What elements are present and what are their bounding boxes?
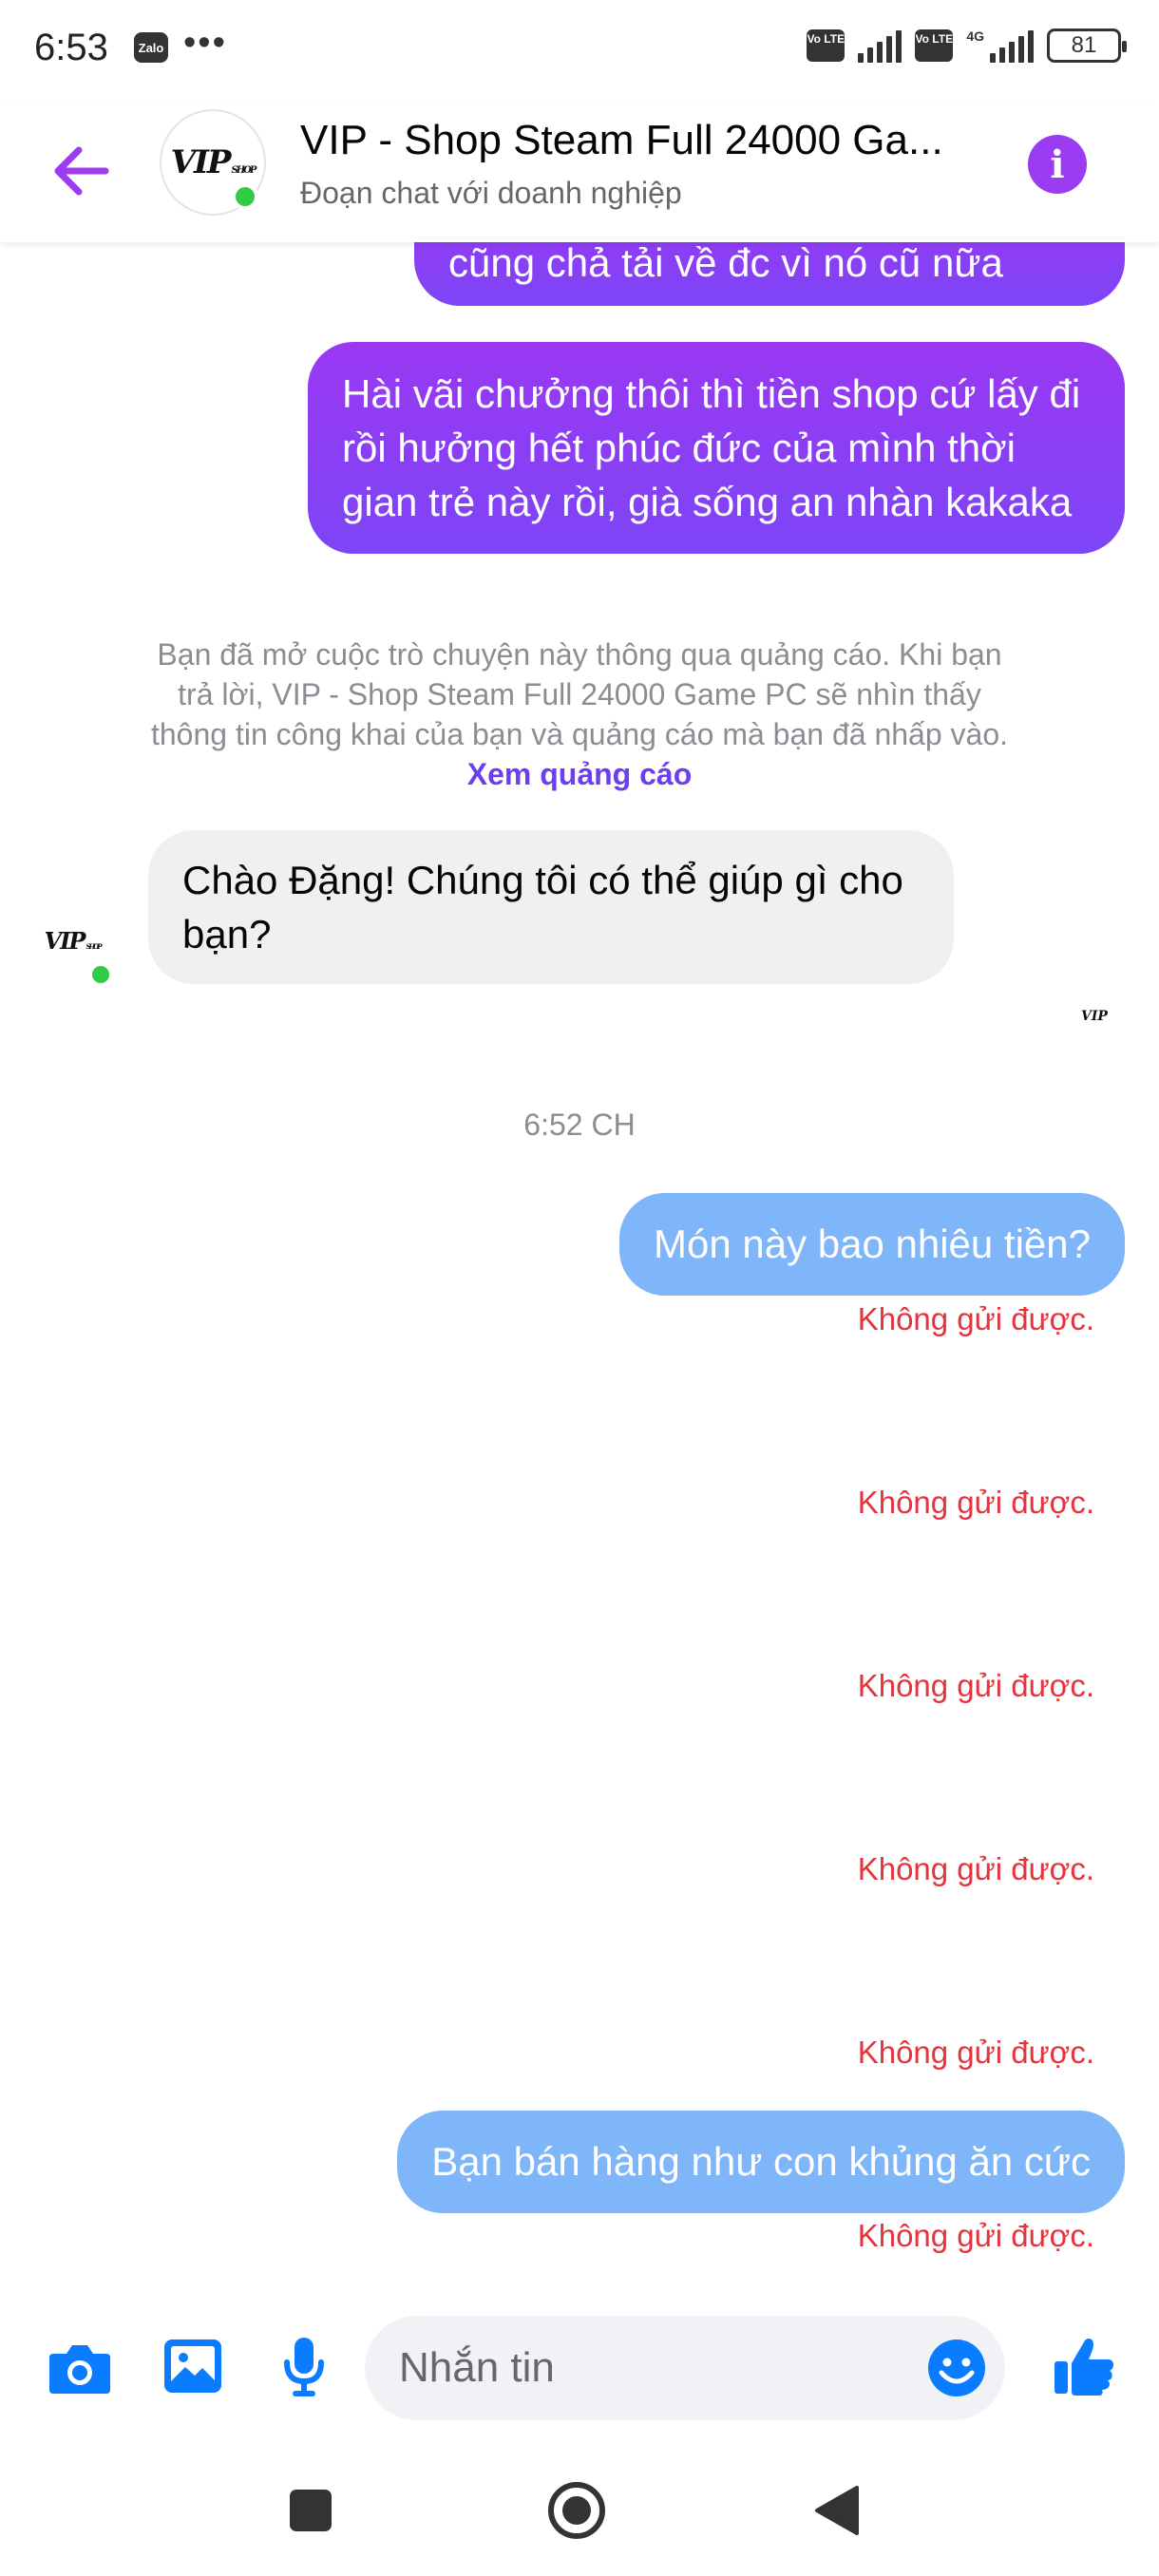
message-composer — [0, 2299, 1159, 2441]
gallery-button[interactable] — [160, 2333, 226, 2399]
emoji-button[interactable] — [927, 2339, 986, 2397]
failed-status[interactable]: Không gửi được. — [858, 1851, 1094, 1887]
failed-status[interactable]: Không gửi được. — [858, 1301, 1094, 1337]
info-button[interactable]: i — [1028, 135, 1087, 194]
ad-notice: Bạn đã mở cuộc trò chuyện này thông qua … — [150, 637, 1008, 791]
system-navigation-bar — [0, 2441, 1159, 2576]
more-notifications-icon: ••• — [183, 23, 227, 63]
chat-header: VIP SHOP VIP - Shop Steam Full 24000 Ga..… — [0, 100, 1159, 242]
smiley-icon — [928, 2339, 985, 2396]
chat-title[interactable]: VIP - Shop Steam Full 24000 Ga... — [300, 117, 994, 164]
failed-status[interactable]: Không gửi được. — [858, 2218, 1094, 2254]
chat-subtitle: Đoạn chat với doanh nghiệp — [300, 176, 682, 210]
message-input-container — [365, 2316, 1005, 2420]
back-nav-button[interactable] — [804, 2477, 870, 2544]
camera-icon — [49, 2345, 110, 2394]
thumbs-up-icon — [1054, 2339, 1113, 2396]
image-icon — [164, 2339, 221, 2393]
seen-indicator-avatar: VIP — [1081, 1009, 1108, 1024]
status-indicators: Vo LTE Vo LTE 4G 81 — [807, 28, 1127, 63]
network-type: 4G — [966, 28, 984, 44]
failed-status[interactable]: Không gửi được. — [858, 2035, 1094, 2071]
voice-button[interactable] — [276, 2331, 332, 2403]
message-input[interactable] — [399, 2333, 893, 2403]
volte-icon: Vo LTE — [915, 29, 954, 62]
volte-icon: Vo LTE — [807, 29, 846, 62]
see-ad-link[interactable]: Xem quảng cáo — [467, 757, 693, 791]
message-timestamp: 6:52 CH — [523, 1108, 636, 1142]
page-logo: VIP SHOP — [170, 143, 257, 181]
square-icon — [290, 2490, 332, 2531]
online-status-dot — [232, 183, 258, 210]
info-icon: i — [1050, 142, 1065, 187]
sender-avatar[interactable]: VIP SHOP — [34, 917, 110, 964]
failed-status[interactable]: Không gửi được. — [858, 1485, 1094, 1521]
arrow-left-icon — [54, 146, 109, 196]
message-outgoing-failed[interactable]: Bạn bán hàng như con khủng ăn cức — [397, 2111, 1125, 2213]
back-button[interactable] — [48, 138, 114, 204]
message-outgoing-failed[interactable]: Món này bao nhiêu tiền? — [618, 1193, 1125, 1296]
status-time: 6:53 — [34, 27, 108, 68]
recents-button[interactable] — [277, 2477, 344, 2544]
battery-icon: 81 — [1047, 28, 1127, 63]
status-bar: 6:53 Zalo ••• Vo LTE Vo LTE 4G 81 — [0, 0, 1159, 100]
signal-icon — [858, 28, 902, 63]
page-logo: VIP SHOP — [44, 926, 103, 955]
home-button[interactable] — [543, 2477, 610, 2544]
zalo-notification-icon: Zalo — [134, 32, 168, 63]
failed-status[interactable]: Không gửi được. — [858, 1668, 1094, 1704]
message-incoming[interactable]: Chào Đặng! Chúng tôi có thể giúp gì cho … — [148, 830, 954, 984]
home-circle-icon — [548, 2482, 605, 2539]
online-status-dot — [89, 963, 112, 986]
microphone-icon — [284, 2338, 324, 2396]
camera-button[interactable] — [44, 2335, 116, 2401]
like-button[interactable] — [1049, 2331, 1119, 2401]
triangle-back-icon — [815, 2486, 859, 2535]
signal-icon — [990, 28, 1034, 63]
message-outgoing[interactable]: Hài vãi chưởng thôi thì tiền shop cứ lấy… — [308, 342, 1125, 554]
